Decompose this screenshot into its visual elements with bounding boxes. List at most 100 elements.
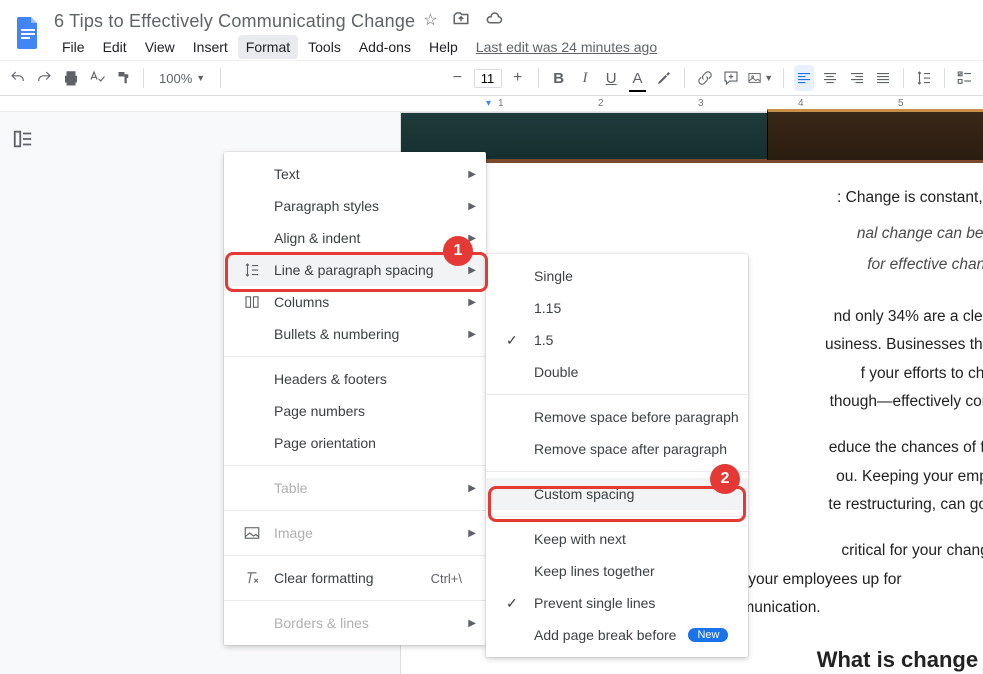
star-icon[interactable]: ☆ xyxy=(423,10,437,33)
check-icon: ✓ xyxy=(506,332,518,349)
format-paragraph-styles[interactable]: Paragraph styles▶ xyxy=(224,190,486,222)
comment-button[interactable] xyxy=(721,65,741,91)
chevron-down-icon: ▼ xyxy=(764,73,773,83)
spacing-custom[interactable]: Custom spacing xyxy=(486,478,748,510)
fontsize-input[interactable] xyxy=(474,69,502,88)
align-center-button[interactable] xyxy=(820,65,840,91)
chevron-right-icon: ▶ xyxy=(468,483,476,494)
hero-image xyxy=(401,113,983,163)
spacing-remove-after[interactable]: Remove space after paragraph xyxy=(486,433,748,465)
zoom-value: 100% xyxy=(159,71,192,86)
redo-button[interactable] xyxy=(34,65,54,91)
check-icon: ✓ xyxy=(506,595,518,612)
menu-label: Columns xyxy=(274,294,329,310)
spacing-115[interactable]: 1.15 xyxy=(486,292,748,324)
menu-label: Keep lines together xyxy=(534,563,655,579)
cloud-status-icon[interactable] xyxy=(484,10,504,33)
indent-marker-icon[interactable]: ▾ xyxy=(486,98,491,109)
last-edit-link[interactable]: Last edit was 24 minutes ago xyxy=(476,39,657,55)
menu-help[interactable]: Help xyxy=(421,35,466,59)
format-table: Table▶ xyxy=(224,472,486,504)
menu-view[interactable]: View xyxy=(137,35,183,59)
image-button[interactable]: ▼ xyxy=(747,65,773,91)
spacing-prevent-single[interactable]: ✓ Prevent single lines xyxy=(486,587,748,619)
menu-format[interactable]: Format xyxy=(238,35,298,59)
menu-label: Prevent single lines xyxy=(534,595,655,611)
menu-separator xyxy=(486,394,748,395)
image-icon xyxy=(242,524,262,542)
menu-label: Remove space after paragraph xyxy=(534,441,727,457)
menu-label: Line & paragraph spacing xyxy=(274,262,434,278)
menu-file[interactable]: File xyxy=(54,35,93,59)
format-headers-footers[interactable]: Headers & footers xyxy=(224,363,486,395)
menu-label: Page orientation xyxy=(274,435,376,451)
menu-addons[interactable]: Add-ons xyxy=(351,35,419,59)
docs-logo-icon xyxy=(10,14,46,50)
menu-separator xyxy=(224,465,486,466)
menu-label: Headers & footers xyxy=(274,371,387,387)
document-title[interactable]: 6 Tips to Effectively Communicating Chan… xyxy=(54,11,415,32)
app-header: 6 Tips to Effectively Communicating Chan… xyxy=(0,0,983,60)
spacing-submenu: Single 1.15 ✓ 1.5 Double Remove space bef… xyxy=(486,254,748,657)
format-dropdown: Text▶ Paragraph styles▶ Align & indent▶ … xyxy=(224,152,486,645)
highlight-button[interactable] xyxy=(654,65,674,91)
zoom-selector[interactable]: 100% ▼ xyxy=(154,68,210,89)
docs-logo[interactable] xyxy=(8,12,48,52)
undo-button[interactable] xyxy=(8,65,28,91)
spacing-keep-next[interactable]: Keep with next xyxy=(486,523,748,555)
spacing-remove-before[interactable]: Remove space before paragraph xyxy=(486,401,748,433)
fontsize-decrease[interactable]: − xyxy=(447,65,467,91)
menu-separator xyxy=(486,471,748,472)
menu-label: Borders & lines xyxy=(274,615,369,631)
shortcut-label: Ctrl+\ xyxy=(411,571,462,586)
chevron-down-icon: ▼ xyxy=(196,73,205,83)
align-left-button[interactable] xyxy=(794,65,814,91)
spellcheck-button[interactable] xyxy=(87,65,107,91)
menu-label: Image xyxy=(274,525,313,541)
italic-button[interactable]: I xyxy=(575,65,595,91)
body-line: ou. Keeping your employees in xyxy=(836,468,983,485)
menu-separator xyxy=(224,510,486,511)
text-color-button[interactable]: A xyxy=(627,65,647,91)
workspace: 1 2 3 4 5 ▾ : Change is constant, and so… xyxy=(0,96,983,674)
bold-button[interactable]: B xyxy=(549,65,569,91)
spacing-page-break-before[interactable]: Add page break before New xyxy=(486,619,748,651)
spacing-keep-together[interactable]: Keep lines together xyxy=(486,555,748,587)
chevron-right-icon: ▶ xyxy=(468,329,476,340)
outline-toggle-button[interactable] xyxy=(8,124,38,154)
checklist-button[interactable] xyxy=(955,65,975,91)
menu-label: 1.5 xyxy=(534,332,553,348)
format-text[interactable]: Text▶ xyxy=(224,158,486,190)
menu-label: Add page break before xyxy=(534,627,676,643)
line-spacing-button[interactable] xyxy=(914,65,934,91)
format-image: Image▶ xyxy=(224,517,486,549)
new-badge: New xyxy=(688,628,728,642)
menu-separator xyxy=(224,555,486,556)
spacing-double[interactable]: Double xyxy=(486,356,748,388)
menu-separator xyxy=(224,600,486,601)
format-columns[interactable]: Columns▶ xyxy=(224,286,486,318)
format-clear[interactable]: Clear formattingCtrl+\ xyxy=(224,562,486,594)
move-icon[interactable] xyxy=(452,10,470,33)
align-right-button[interactable] xyxy=(846,65,866,91)
fontsize-increase[interactable]: + xyxy=(508,65,528,91)
paint-format-button[interactable] xyxy=(113,65,133,91)
body-line: educe the chances of failure. Th xyxy=(829,439,983,456)
link-button[interactable] xyxy=(695,65,715,91)
menu-insert[interactable]: Insert xyxy=(185,35,236,59)
spacing-single[interactable]: Single xyxy=(486,260,748,292)
fontsize-value[interactable] xyxy=(477,71,499,86)
spacing-15[interactable]: ✓ 1.5 xyxy=(486,324,748,356)
body-line: te restructuring, can go a long w xyxy=(828,496,983,513)
align-justify-button[interactable] xyxy=(873,65,893,91)
menu-tools[interactable]: Tools xyxy=(300,35,349,59)
format-page-orientation[interactable]: Page orientation xyxy=(224,427,486,459)
toolbar: 100% ▼ − + B I U A ▼ xyxy=(0,60,983,96)
body-line: critical for your change initiativ xyxy=(841,542,983,559)
format-page-numbers[interactable]: Page numbers xyxy=(224,395,486,427)
print-button[interactable] xyxy=(61,65,81,91)
underline-button[interactable]: U xyxy=(601,65,621,91)
ruler-tick: 5 xyxy=(898,98,904,109)
format-bullets[interactable]: Bullets & numbering▶ xyxy=(224,318,486,350)
menu-edit[interactable]: Edit xyxy=(95,35,135,59)
